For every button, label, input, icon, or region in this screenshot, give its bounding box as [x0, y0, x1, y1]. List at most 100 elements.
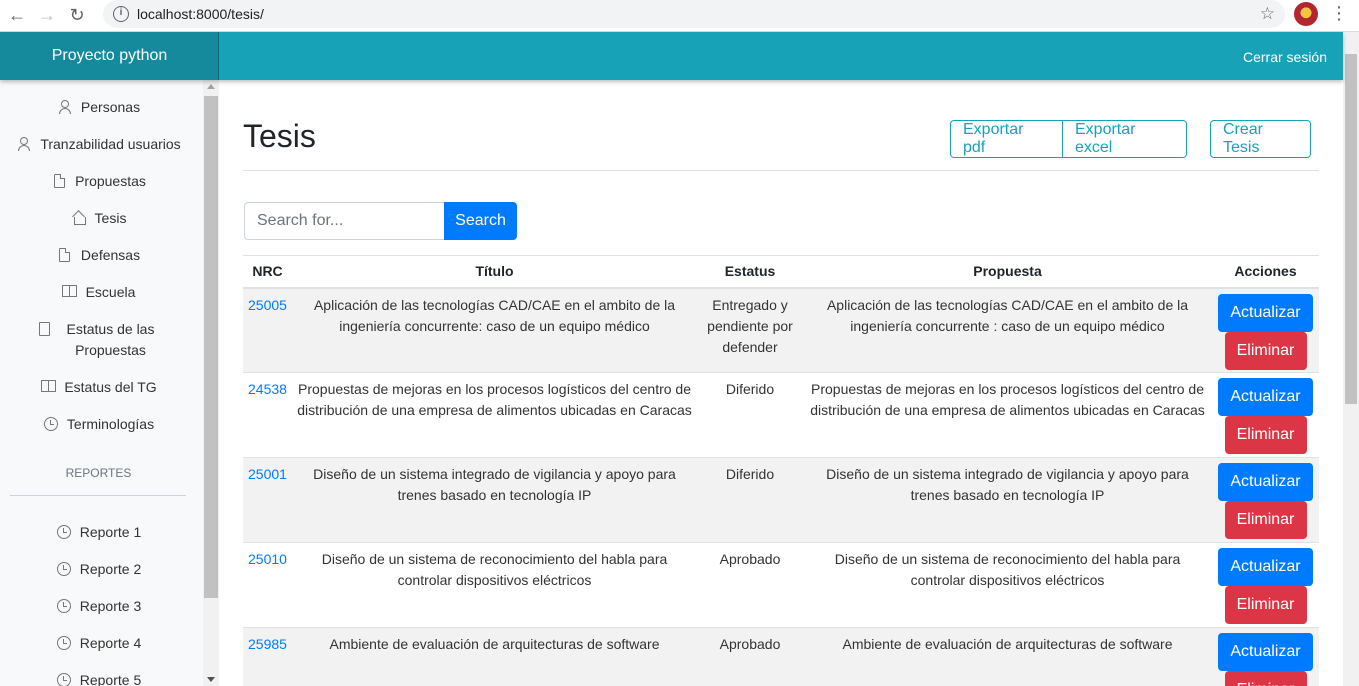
- sidebar-item-label: Reporte 2: [79, 561, 142, 577]
- estatus-cell: Diferido: [697, 372, 803, 458]
- propuesta-cell: Aplicación de las tecnologías CAD/CAE en…: [803, 287, 1212, 373]
- update-button[interactable]: Actualizar: [1218, 378, 1313, 416]
- table-row: 25001 Diseño de un sistema integrado de …: [243, 457, 1319, 543]
- main-content: Tesis Exportar pdf Exportar excel Crear …: [219, 80, 1343, 686]
- page-scrollbar[interactable]: [1343, 32, 1359, 686]
- delete-button[interactable]: Eliminar: [1224, 586, 1307, 624]
- sidebar-item-reporte-5[interactable]: Reporte 5: [0, 670, 197, 686]
- url-text[interactable]: localhost:8000/tesis/: [137, 6, 264, 22]
- back-arrow-icon[interactable]: ←: [4, 3, 30, 29]
- export-excel-button[interactable]: Exportar excel: [1063, 120, 1187, 158]
- sidebar-item-label: Personas: [80, 99, 141, 115]
- sidebar-item-tranzabilidad[interactable]: Tranzabilidad usuarios: [0, 134, 197, 155]
- delete-button[interactable]: Eliminar: [1224, 671, 1307, 686]
- propuesta-cell: Propuestas de mejoras en los procesos lo…: [803, 372, 1212, 458]
- estatus-cell: Aprobado: [697, 542, 803, 628]
- home-icon: [71, 211, 87, 227]
- nrc-link[interactable]: 25001: [243, 457, 292, 543]
- sidebar-item-label: Estatus de las Propuestas: [66, 321, 155, 358]
- update-button[interactable]: Actualizar: [1218, 633, 1313, 671]
- clock-icon: [56, 673, 72, 686]
- sidebar-item-label: Tranzabilidad usuarios: [40, 136, 181, 152]
- scroll-up-arrow-icon[interactable]: [207, 84, 215, 89]
- scroll-down-arrow-icon[interactable]: [207, 677, 215, 682]
- info-icon[interactable]: i: [113, 6, 129, 22]
- reload-icon[interactable]: ↻: [64, 3, 90, 29]
- sidebar-item-propuestas[interactable]: Propuestas: [0, 171, 197, 192]
- table-row: 25985 Ambiente de evaluación de arquitec…: [243, 627, 1319, 686]
- sidebar-item-label: Estatus del TG: [64, 379, 157, 395]
- header-divider: [243, 170, 1319, 171]
- update-button[interactable]: Actualizar: [1218, 548, 1313, 586]
- propuesta-cell: Ambiente de evaluación de arquitecturas …: [803, 627, 1212, 686]
- bookmark-star-icon[interactable]: ☆: [1260, 4, 1275, 24]
- scrollbar-thumb[interactable]: [204, 96, 218, 598]
- column-header-propuesta[interactable]: Propuesta: [803, 255, 1212, 289]
- logout-link[interactable]: Cerrar sesión: [1243, 49, 1327, 65]
- sidebar-item-label: Terminologías: [66, 416, 155, 432]
- update-button[interactable]: Actualizar: [1218, 293, 1313, 332]
- nrc-link[interactable]: 24538: [243, 372, 292, 458]
- people-icon: [16, 137, 32, 153]
- browser-menu-icon[interactable]: ⋮: [1330, 3, 1348, 24]
- propuesta-cell: Diseño de un sistema de reconocimiento d…: [803, 542, 1212, 628]
- page-title: Tesis: [243, 118, 316, 154]
- reports-heading: REPORTES: [65, 466, 132, 480]
- column-header-acciones: Acciones: [1212, 255, 1319, 289]
- sidebar-item-defensas[interactable]: Defensas: [0, 245, 197, 266]
- sidebar-item-label: Reporte 3: [79, 598, 142, 614]
- nrc-link[interactable]: 25010: [243, 542, 292, 628]
- sidebar-item-personas[interactable]: Personas: [0, 97, 197, 118]
- delete-button[interactable]: Eliminar: [1224, 416, 1307, 454]
- address-bar[interactable]: i localhost:8000/tesis/ ☆: [103, 0, 1285, 28]
- sidebar-item-reporte-2[interactable]: Reporte 2: [0, 559, 197, 580]
- table-header-row: NRC Título Estatus Propuesta Acciones: [243, 255, 1319, 289]
- scrollbar-thumb[interactable]: [1345, 54, 1357, 404]
- book-icon: [37, 322, 53, 338]
- clock-icon: [56, 562, 72, 578]
- column-header-estatus[interactable]: Estatus: [697, 255, 803, 289]
- sidebar-item-estatus-propuestas[interactable]: Estatus de las Propuestas: [0, 319, 197, 361]
- actions-cell: Actualizar Eliminar: [1212, 372, 1319, 458]
- delete-button[interactable]: Eliminar: [1224, 501, 1307, 539]
- export-pdf-button[interactable]: Exportar pdf: [950, 120, 1063, 158]
- update-button[interactable]: Actualizar: [1218, 463, 1313, 501]
- sidebar-item-reporte-3[interactable]: Reporte 3: [0, 596, 197, 617]
- column-header-titulo[interactable]: Título: [292, 255, 697, 289]
- column-header-nrc[interactable]: NRC: [243, 255, 292, 289]
- table-row: 25010 Diseño de un sistema de reconocimi…: [243, 542, 1319, 628]
- forward-arrow-icon[interactable]: →: [34, 3, 60, 29]
- profile-avatar[interactable]: [1294, 2, 1318, 26]
- estatus-cell: Entregado y pendiente por defender: [697, 287, 803, 373]
- create-tesis-button[interactable]: Crear Tesis: [1210, 120, 1311, 158]
- clock-icon: [56, 599, 72, 615]
- actions-cell: Actualizar Eliminar: [1212, 287, 1319, 373]
- sidebar-item-label: Propuestas: [75, 173, 146, 189]
- clock-icon: [56, 525, 72, 541]
- sidebar-item-tesis[interactable]: Tesis: [0, 208, 197, 229]
- book-open-icon: [40, 380, 56, 396]
- sidebar: Personas Tranzabilidad usuarios Propuest…: [0, 80, 203, 686]
- sidebar-item-estatus-tg[interactable]: Estatus del TG: [0, 377, 197, 398]
- sidebar-item-reporte-4[interactable]: Reporte 4: [0, 633, 197, 654]
- actions-cell: Actualizar Eliminar: [1212, 627, 1319, 686]
- browser-toolbar: ← → ↻ i localhost:8000/tesis/ ☆ ⋮: [0, 0, 1359, 32]
- titulo-cell: Ambiente de evaluación de arquitecturas …: [292, 627, 697, 686]
- estatus-cell: Diferido: [697, 457, 803, 543]
- actions-cell: Actualizar Eliminar: [1212, 542, 1319, 628]
- nrc-link[interactable]: 25985: [243, 627, 292, 686]
- search-input[interactable]: Search for...: [244, 202, 445, 240]
- sidebar-item-escuela[interactable]: Escuela: [0, 282, 197, 303]
- sidebar-item-label: Reporte 5: [79, 672, 142, 686]
- sidebar-item-reporte-1[interactable]: Reporte 1: [0, 522, 197, 543]
- search-button[interactable]: Search: [444, 202, 517, 240]
- tesis-table: NRC Título Estatus Propuesta Acciones 25…: [243, 255, 1319, 686]
- delete-button[interactable]: Eliminar: [1224, 331, 1307, 370]
- sidebar-item-terminologias[interactable]: Terminologías: [0, 414, 197, 435]
- brand-title[interactable]: Proyecto python: [0, 32, 219, 80]
- sidebar-scrollbar[interactable]: [203, 80, 219, 686]
- sidebar-item-label: Reporte 1: [79, 524, 142, 540]
- sidebar-item-label: Reporte 4: [79, 635, 142, 651]
- estatus-cell: Aprobado: [697, 627, 803, 686]
- nrc-link[interactable]: 25005: [243, 287, 292, 373]
